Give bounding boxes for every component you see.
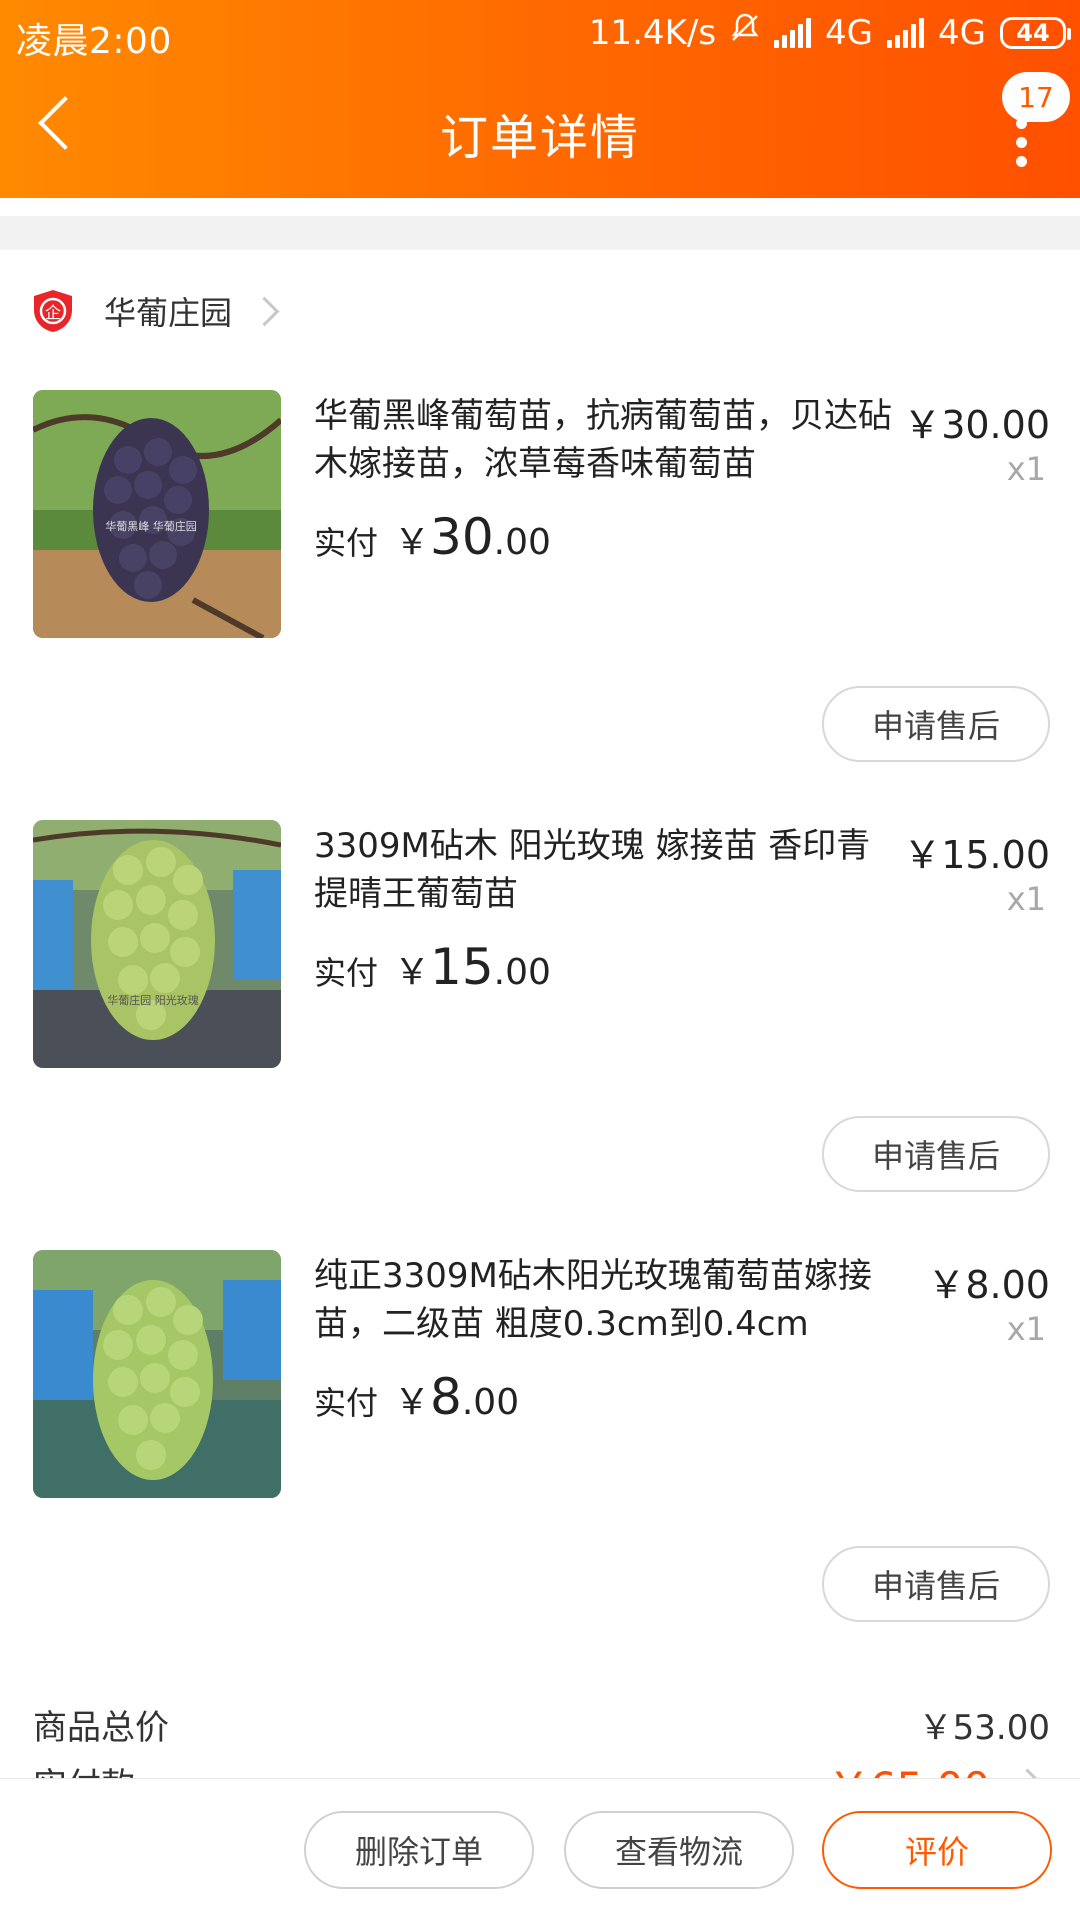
order-item[interactable]: 华葡黑峰 华葡庄园 华葡黑峰葡萄苗，抗病葡萄苗，贝达砧木嫁接苗，浓草莓香味葡萄苗… (0, 390, 1080, 810)
enterprise-shield-icon: 企 (34, 290, 72, 332)
status-icons: 11.4K/s 4G 4G 44 (588, 12, 1071, 53)
paid-integer: 30 (430, 508, 494, 566)
product-title: 华葡黑峰葡萄苗，抗病葡萄苗，贝达砧木嫁接苗，浓草莓香味葡萄苗 (314, 396, 892, 484)
goods-total-label: 商品总价 (33, 1708, 169, 1748)
product-quantity: x1 (1006, 880, 1046, 918)
paid-decimal: .00 (493, 522, 551, 563)
order-item[interactable]: 华葡庄园 阳光玫瑰 3309M砧木 阳光玫瑰 嫁接苗 香印青提晴王葡萄苗 ￥15… (0, 820, 1080, 1240)
paid-amount: 实付 ￥ 8 .00 (314, 1368, 519, 1426)
network-speed: 11.4K/s (588, 12, 717, 53)
paid-integer: 15 (430, 938, 494, 996)
shop-link[interactable]: 企 华葡庄园 (32, 288, 280, 334)
goods-total-value: ￥53.00 (918, 1708, 1050, 1748)
product-image: 华葡黑峰 华葡庄园 (33, 390, 281, 638)
after-sale-button[interactable]: 申请售后 (822, 686, 1050, 762)
status-time: 凌晨2:00 (16, 21, 172, 62)
network-type-2: 4G (938, 12, 986, 53)
network-type-1: 4G (825, 12, 874, 53)
product-price: ￥30.00 (903, 403, 1050, 447)
view-logistics-button[interactable]: 查看物流 (564, 1811, 794, 1889)
delete-order-button[interactable]: 删除订单 (304, 1811, 534, 1889)
signal-icon (774, 17, 812, 48)
paid-integer: 8 (430, 1368, 462, 1426)
header: 凌晨2:00 11.4K/s 4G 4G 44 订单详情 17 (0, 0, 1080, 198)
mute-bell-icon (730, 12, 760, 53)
after-sale-button[interactable]: 申请售后 (822, 1116, 1050, 1192)
svg-text:华葡庄园 阳光玫瑰: 华葡庄园 阳光玫瑰 (107, 993, 199, 1007)
paid-label: 实付 (314, 954, 379, 992)
product-image (33, 1250, 281, 1498)
message-badge: 17 (1002, 72, 1070, 122)
paid-currency: ￥ (394, 952, 431, 993)
product-quantity: x1 (1006, 450, 1046, 488)
product-quantity: x1 (1006, 1310, 1046, 1348)
paid-currency: ￥ (394, 522, 431, 563)
paid-amount: 实付 ￥ 30 .00 (314, 508, 551, 566)
product-price: ￥8.00 (927, 1263, 1050, 1307)
paid-amount: 实付 ￥ 15 .00 (314, 938, 551, 996)
battery-icon: 44 (1000, 16, 1071, 49)
signal-hd-icon (887, 17, 925, 48)
review-button[interactable]: 评价 (822, 1811, 1052, 1889)
paid-decimal: .00 (493, 952, 551, 993)
status-bar: 凌晨2:00 11.4K/s 4G 4G 44 (0, 0, 1080, 70)
more-menu-icon[interactable] (1016, 118, 1028, 167)
paid-decimal: .00 (461, 1382, 520, 1423)
product-title: 纯正3309M砧木阳光玫瑰葡萄苗嫁接苗，二级苗 粗度0.3cm到0.4cm (314, 1256, 872, 1344)
paid-label: 实付 (314, 524, 379, 562)
shop-name: 华葡庄园 (104, 294, 233, 332)
product-price: ￥15.00 (903, 833, 1050, 877)
svg-text:企: 企 (45, 303, 61, 322)
svg-text:华葡黑峰 华葡庄园: 华葡黑峰 华葡庄园 (105, 519, 197, 533)
paid-label: 实付 (314, 1384, 379, 1422)
after-sale-button[interactable]: 申请售后 (822, 1546, 1050, 1622)
paid-currency: ￥ (394, 1382, 431, 1423)
bottom-action-bar: 删除订单 查看物流 评价 (0, 1778, 1080, 1921)
product-image: 华葡庄园 阳光玫瑰 (33, 820, 281, 1068)
page-title: 订单详情 (439, 110, 640, 166)
section-divider (0, 216, 1080, 250)
order-item[interactable]: 纯正3309M砧木阳光玫瑰葡萄苗嫁接苗，二级苗 粗度0.3cm到0.4cm ￥8… (0, 1250, 1080, 1670)
product-title: 3309M砧木 阳光玫瑰 嫁接苗 香印青提晴王葡萄苗 (314, 826, 871, 914)
chevron-right-icon (249, 296, 280, 326)
